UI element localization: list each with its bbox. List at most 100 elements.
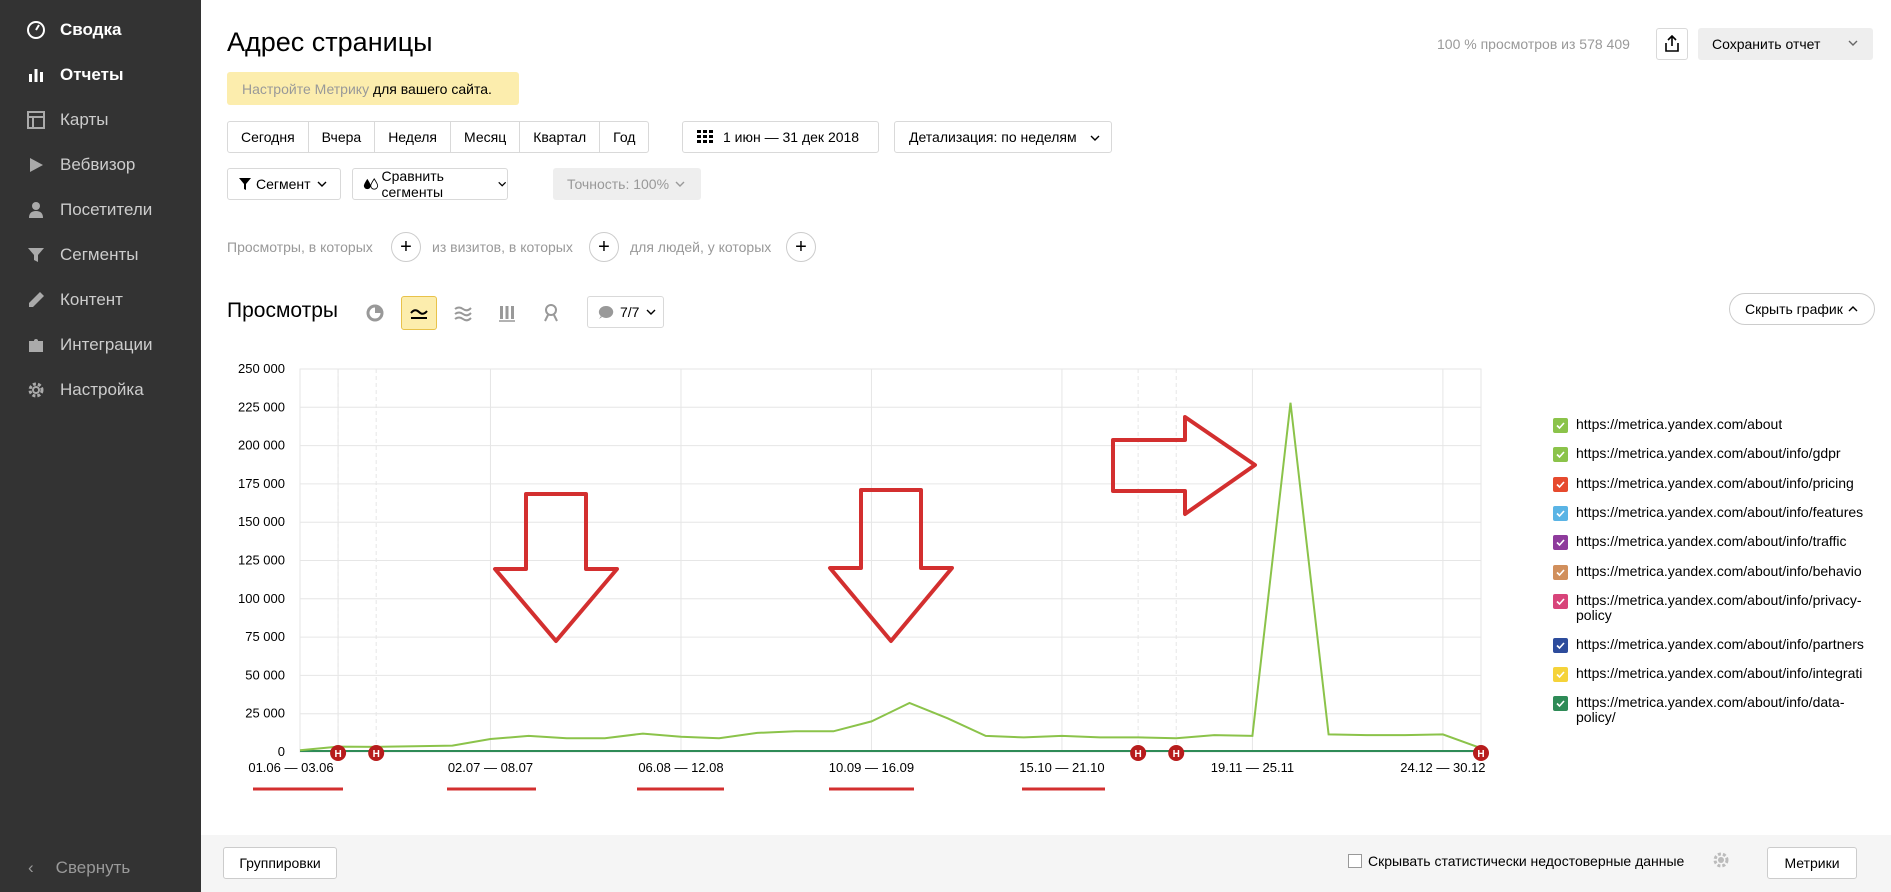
date-range-button[interactable]: 1 июн — 31 дек 2018 <box>682 121 879 153</box>
views-info: 100 % просмотров из 578 409 <box>1437 36 1630 52</box>
plus-icon: + <box>400 235 412 258</box>
sidebar-item-content[interactable]: Контент <box>0 280 201 320</box>
legend-checkbox[interactable] <box>1553 418 1568 433</box>
y-tick-label: 25 000 <box>245 706 285 721</box>
chevron-down-icon <box>675 181 685 187</box>
period-yesterday[interactable]: Вчера <box>309 122 376 152</box>
legend-checkbox[interactable] <box>1553 564 1568 580</box>
save-report-button[interactable]: Сохранить отчет <box>1698 28 1873 60</box>
legend-label: https://metrica.yandex.com/about <box>1576 417 1783 432</box>
chevron-up-icon <box>1848 306 1858 312</box>
y-tick-label: 200 000 <box>238 438 285 453</box>
annotation-marker[interactable]: Н <box>330 745 347 761</box>
svg-text:Н: Н <box>1477 749 1484 760</box>
gear-icon[interactable] <box>1711 850 1731 870</box>
legend-checkbox[interactable] <box>1553 505 1568 521</box>
collapse-sidebar-button[interactable]: ‹ Свернуть <box>28 858 130 878</box>
add-views-filter-button[interactable]: + <box>391 232 421 262</box>
series-count-button[interactable]: 7/7 <box>587 296 664 328</box>
setup-link[interactable]: Настройте Метрику <box>242 81 369 97</box>
legend-checkbox[interactable] <box>1553 667 1568 683</box>
legend-label: https://metrica.yandex.com/about/info/pa… <box>1576 636 1864 652</box>
pencil-icon <box>24 288 48 312</box>
y-tick-label: 125 000 <box>238 553 285 568</box>
legend-item[interactable]: https://metrica.yandex.com/about/info/gd… <box>1553 446 1883 463</box>
sidebar-item-segments[interactable]: Сегменты <box>0 235 201 275</box>
bar-chart-icon <box>24 63 48 87</box>
compare-segments-button[interactable]: Сравнить сегменты <box>352 168 508 200</box>
legend-item[interactable]: https://metrica.yandex.com/about/info/tr… <box>1553 534 1883 551</box>
filter-icon <box>239 178 251 190</box>
x-tick-label: 15.10 — 21.10 <box>1019 760 1104 775</box>
bar-chart-button[interactable] <box>489 296 525 330</box>
sidebar-item-reports[interactable]: Отчеты <box>0 55 201 95</box>
sidebar-item-settings[interactable]: Настройка <box>0 370 201 410</box>
detail-dropdown[interactable]: Детализация: по неделям <box>894 121 1112 153</box>
sidebar-item-label: Сводка <box>60 20 122 39</box>
hide-unreliable-checkbox[interactable]: Скрывать статистически недостоверные дан… <box>1348 853 1684 869</box>
puzzle-icon <box>24 333 48 357</box>
legend-checkbox[interactable] <box>1553 535 1568 551</box>
legend-item[interactable]: https://metrica.yandex.com/about <box>1553 417 1883 433</box>
accuracy-dropdown[interactable]: Точность: 100% <box>553 168 701 200</box>
legend-item[interactable]: https://metrica.yandex.com/about/info/in… <box>1553 666 1883 683</box>
map-icon <box>24 108 48 132</box>
legend-checkbox[interactable] <box>1553 476 1568 492</box>
legend-item[interactable]: https://metrica.yandex.com/about/info/pa… <box>1553 637 1883 653</box>
period-year[interactable]: Год <box>600 122 648 152</box>
chevron-down-icon <box>1090 135 1100 141</box>
play-icon <box>24 153 48 177</box>
x-tick-label: 10.09 — 16.09 <box>829 760 914 775</box>
period-month[interactable]: Месяц <box>451 122 521 152</box>
legend-checkbox[interactable] <box>1553 696 1568 712</box>
x-tick-label: 06.08 — 12.08 <box>638 760 723 775</box>
legend-checkbox[interactable] <box>1553 447 1568 463</box>
checkbox[interactable] <box>1348 854 1362 868</box>
sidebar-item-maps[interactable]: Карты <box>0 100 201 140</box>
hide-chart-button[interactable]: Скрыть график <box>1729 293 1875 325</box>
sidebar: Сводка Отчеты Карты Вебвизор Посетители … <box>0 0 201 892</box>
chevron-down-icon <box>646 309 656 315</box>
area-chart-button[interactable] <box>445 296 481 330</box>
sidebar-item-visitors[interactable]: Посетители <box>0 190 201 230</box>
annotation-marker[interactable]: Н <box>1130 745 1147 761</box>
legend-item[interactable]: https://metrica.yandex.com/about/info/fe… <box>1553 505 1883 521</box>
sidebar-item-webvisor[interactable]: Вебвизор <box>0 145 201 185</box>
add-visits-filter-button[interactable]: + <box>589 232 619 262</box>
views-line-chart: 250 000 225 000 200 000 175 000 150 000 125 0… <box>238 361 1489 791</box>
sidebar-item-label: Контент <box>60 290 123 309</box>
chevron-down-icon <box>1848 40 1858 46</box>
pie-chart-button[interactable] <box>357 296 393 330</box>
sidebar-item-integrations[interactable]: Интеграции <box>0 325 201 365</box>
y-tick-label: 225 000 <box>238 399 285 414</box>
legend-checkbox[interactable] <box>1553 637 1568 653</box>
user-icon <box>24 198 48 222</box>
period-week[interactable]: Неделя <box>375 122 452 152</box>
legend-item[interactable]: https://metrica.yandex.com/about/info/be… <box>1553 564 1883 580</box>
segment-button[interactable]: Сегмент <box>227 168 341 200</box>
period-quarter[interactable]: Квартал <box>520 122 601 152</box>
legend-item[interactable]: https://metrica.yandex.com/about/info/da… <box>1553 695 1883 725</box>
y-tick-label: 175 000 <box>238 476 285 491</box>
stacked-bar-icon <box>499 306 515 322</box>
export-button[interactable] <box>1656 28 1688 60</box>
sidebar-item-label: Настройка <box>60 380 144 399</box>
page-title: Адрес страницы <box>227 27 433 57</box>
sidebar-item-summary[interactable]: Сводка <box>0 10 201 50</box>
legend-checkbox[interactable] <box>1553 593 1568 609</box>
line-chart-button[interactable] <box>401 296 437 330</box>
legend-label: https://metrica.yandex.com/about/info/tr… <box>1576 534 1847 550</box>
map-chart-button[interactable] <box>533 296 569 330</box>
period-selector: Сегодня Вчера Неделя Месяц Квартал Год <box>227 121 650 153</box>
annotation-marker[interactable]: Н <box>368 745 385 761</box>
chart-title: Просмотры <box>227 299 338 322</box>
metrics-button[interactable]: Метрики <box>1767 847 1857 879</box>
legend-item[interactable]: https://metrica.yandex.com/about/info/pr… <box>1553 476 1883 492</box>
period-today[interactable]: Сегодня <box>228 122 309 152</box>
legend-item[interactable]: https://metrica.yandex.com/about/info/pr… <box>1553 593 1883 623</box>
add-people-filter-button[interactable]: + <box>786 232 816 262</box>
annotation-marker[interactable]: Н <box>1168 745 1185 761</box>
y-tick-label: 100 000 <box>238 591 285 606</box>
groupings-button[interactable]: Группировки <box>223 847 337 879</box>
annotation-marker[interactable]: Н <box>1473 745 1489 761</box>
